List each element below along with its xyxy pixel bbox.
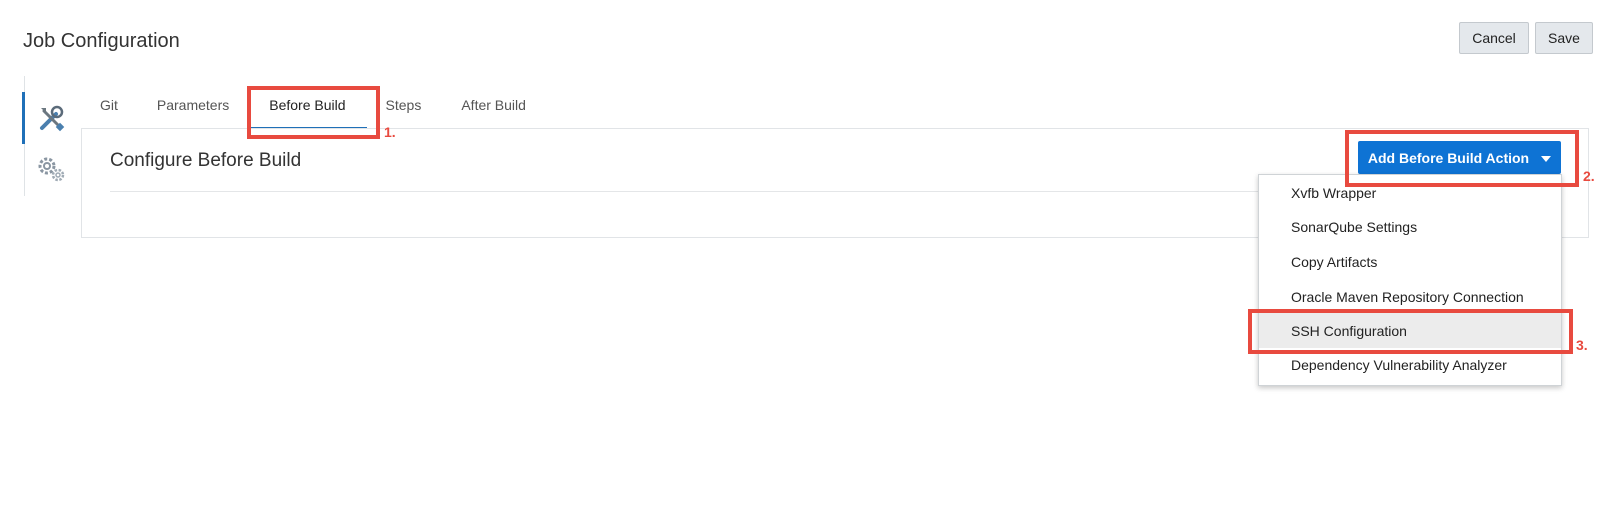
callout-label-step-3: 3.: [1576, 337, 1588, 353]
callout-label-step-2: 2.: [1583, 168, 1595, 184]
tools-icon[interactable]: [34, 102, 68, 136]
tab-git[interactable]: Git: [100, 90, 118, 128]
tab-after-build[interactable]: After Build: [461, 90, 526, 128]
cancel-button[interactable]: Cancel: [1459, 22, 1529, 54]
panel-title: Configure Before Build: [110, 150, 302, 171]
callout-box-step-2: [1345, 130, 1579, 187]
gears-icon[interactable]: [34, 152, 68, 186]
callout-box-step-3: [1248, 309, 1573, 354]
save-button[interactable]: Save: [1535, 22, 1593, 54]
callout-label-step-1: 1.: [384, 124, 396, 140]
before-build-action-menu: Xvfb Wrapper SonarQube Settings Copy Art…: [1258, 174, 1562, 386]
page-title: Job Configuration: [23, 30, 180, 52]
tab-steps[interactable]: Steps: [386, 90, 422, 128]
menu-item-sonarqube-settings[interactable]: SonarQube Settings: [1259, 209, 1561, 244]
tab-parameters[interactable]: Parameters: [157, 90, 229, 128]
callout-box-step-1: [247, 86, 380, 139]
menu-item-copy-artifacts[interactable]: Copy Artifacts: [1259, 244, 1561, 279]
side-nav-active-indicator: [22, 92, 25, 144]
